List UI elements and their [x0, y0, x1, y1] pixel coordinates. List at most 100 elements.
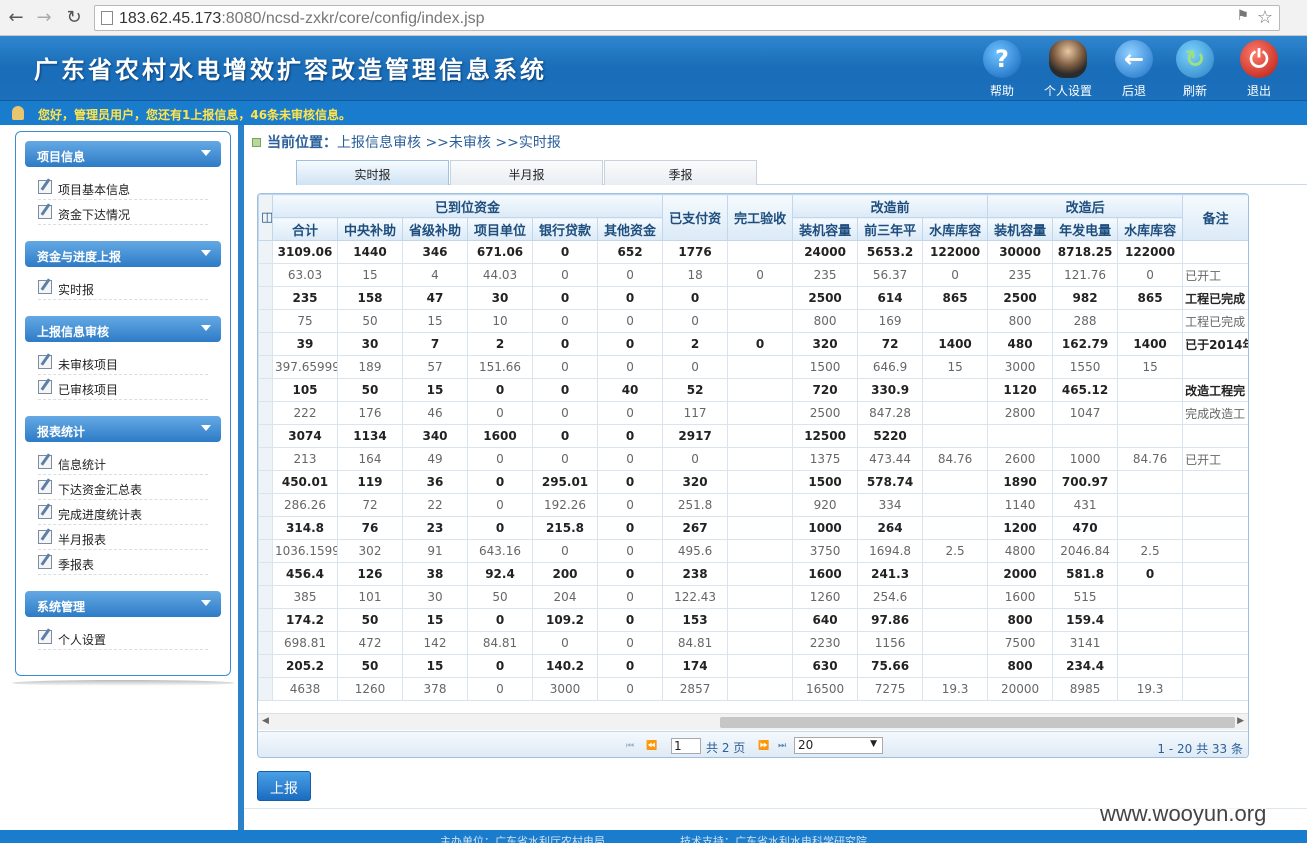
row-marker[interactable]: [258, 240, 273, 264]
sidebar-item-personal-settings[interactable]: 个人设置: [38, 626, 208, 650]
row-marker[interactable]: [258, 677, 273, 701]
subheader-reservoir-before[interactable]: 水库库容: [922, 217, 989, 241]
back-button[interactable]: ← 后退: [1104, 40, 1164, 99]
sidebar-section-report-review[interactable]: 上报信息审核: [25, 316, 221, 342]
row-marker[interactable]: [258, 516, 273, 540]
subheader-bank-loan[interactable]: 银行贷款: [532, 217, 598, 241]
sidebar-item-fund-summary[interactable]: 下达资金汇总表: [38, 476, 208, 500]
address-bar[interactable]: 183.62.45.173:8080/ncsd-zxkr/core/config…: [94, 5, 1280, 31]
prev-page-icon[interactable]: ⏪: [646, 741, 657, 751]
logout-button[interactable]: ⏻ 退出: [1229, 40, 1289, 99]
header-paid[interactable]: 已支付资: [662, 194, 729, 241]
subheader-capacity-before[interactable]: 装机容量: [792, 217, 859, 241]
table-row[interactable]: 39 30 7 2 0 0 2 0 320 72 1400 480 162.79 1400 已于2014年: [258, 332, 1248, 356]
row-marker[interactable]: [258, 608, 273, 632]
row-marker[interactable]: [258, 332, 273, 356]
user-settings-button[interactable]: 个人设置: [1038, 40, 1098, 99]
sidebar-item-unreviewed[interactable]: 未审核项目: [38, 351, 208, 375]
table-row[interactable]: 205.2 50 15 0 140.2 0 174 630 75.66 800 234.4: [258, 654, 1248, 678]
table-cell: 1776: [662, 240, 729, 264]
scroll-left-icon[interactable]: ◀: [262, 716, 269, 726]
table-row[interactable]: 63.03 15 4 44.03 0 0 18 0 235 56.37 0 235 121.76 0 已开工: [258, 263, 1248, 287]
row-marker[interactable]: [258, 585, 273, 609]
row-marker[interactable]: [258, 539, 273, 563]
tab-quarter[interactable]: 季报: [604, 160, 757, 185]
footer-support: 技术支持：广东省水利水电科学研究院: [680, 835, 867, 843]
row-marker[interactable]: [258, 286, 273, 310]
table-row[interactable]: 75 50 15 10 0 0 0 800 169 800 288 工程已完成: [258, 309, 1248, 333]
tab-realtime[interactable]: 实时报: [296, 160, 449, 185]
header-note[interactable]: 备注: [1182, 194, 1248, 241]
sidebar-item-fund-allocation[interactable]: 资金下达情况: [38, 201, 208, 225]
row-marker[interactable]: [258, 378, 273, 402]
tab-halfmonth[interactable]: 半月报: [450, 160, 603, 185]
horizontal-scrollbar[interactable]: ◀ ▶: [258, 713, 1248, 730]
key-icon[interactable]: ⚑: [1236, 8, 1249, 24]
table-row[interactable]: 4638 1260 378 0 3000 0 2857 16500 7275 19.3 20000 8…: [258, 677, 1248, 701]
table-row[interactable]: 286.26 72 22 0 192.26 0 251.8 920 334 1140 431: [258, 493, 1248, 517]
sidebar-section-statistics[interactable]: 报表统计: [25, 416, 221, 442]
table-row[interactable]: 1036.1599 302 91 643.16 0 0 495.6 3750 1694.8 2.5…: [258, 539, 1248, 563]
browser-back-icon[interactable]: ←: [4, 6, 28, 30]
row-marker[interactable]: [258, 447, 273, 471]
table-row[interactable]: 456.4 126 38 92.4 200 0 238 1600 241.3 2000 581.8 0: [258, 562, 1248, 586]
table-row[interactable]: 174.2 50 15 0 109.2 0 153 640 97.86 800 159.4: [258, 608, 1248, 632]
subheader-avg-3y[interactable]: 前三年平: [857, 217, 924, 241]
subheader-capacity-after[interactable]: 装机容量: [987, 217, 1054, 241]
sidebar-item-halfmonth-report[interactable]: 半月报表: [38, 526, 208, 550]
table-row[interactable]: 3074 1134 340 1600 0 0 2917 12500 5220: [258, 424, 1248, 448]
browser-reload-icon[interactable]: ↻: [62, 6, 86, 30]
row-marker[interactable]: [258, 309, 273, 333]
table-row[interactable]: 222 176 46 0 0 0 117 2500 847.28 2800 1047 完成改造工: [258, 401, 1248, 425]
subheader-total[interactable]: 合计: [272, 217, 338, 241]
sidebar-section-fund-progress[interactable]: 资金与进度上报: [25, 241, 221, 267]
table-row[interactable]: 397.65999 189 57 151.66 0 0 0 1500 646.9 15 3000 15…: [258, 355, 1248, 379]
table-row[interactable]: 235 158 47 30 0 0 0 2500 614 865 2500 982 865 工程已完成: [258, 286, 1248, 310]
bookmark-star-icon[interactable]: ☆: [1257, 7, 1273, 28]
row-marker[interactable]: [258, 424, 273, 448]
sidebar-section-system[interactable]: 系统管理: [25, 591, 221, 617]
subheader-unit[interactable]: 项目单位: [467, 217, 533, 241]
subheader-annual-gen[interactable]: 年发电量: [1052, 217, 1119, 241]
subheader-central[interactable]: 中央补助: [337, 217, 403, 241]
submit-report-button[interactable]: 上报: [257, 771, 311, 801]
table-row[interactable]: 698.81 472 142 84.81 0 0 84.81 2230 1156 7500 3141: [258, 631, 1248, 655]
next-page-icon[interactable]: ⏩: [758, 741, 769, 751]
row-marker[interactable]: [258, 401, 273, 425]
page-size-select[interactable]: 20 ▼: [794, 737, 883, 754]
browser-forward-icon[interactable]: →: [32, 6, 56, 30]
page-number-input[interactable]: 1: [671, 738, 701, 754]
sidebar-section-project-info[interactable]: 项目信息: [25, 141, 221, 167]
table-cell: 295.01: [532, 470, 598, 494]
header-accepted[interactable]: 完工验收: [727, 194, 794, 241]
subheader-provincial[interactable]: 省级补助: [402, 217, 468, 241]
subheader-other[interactable]: 其他资金: [596, 217, 664, 241]
sidebar-item-reviewed[interactable]: 已审核项目: [38, 376, 208, 400]
sidebar-item-realtime-report[interactable]: 实时报: [38, 276, 208, 300]
row-marker[interactable]: [258, 470, 273, 494]
first-page-icon[interactable]: ⏮: [626, 741, 634, 751]
subheader-reservoir-after[interactable]: 水库库容: [1117, 217, 1184, 241]
sidebar-item-quarter-report[interactable]: 季报表: [38, 551, 208, 575]
last-page-icon[interactable]: ⏭: [778, 741, 786, 751]
sidebar-item-progress-stats[interactable]: 完成进度统计表: [38, 501, 208, 525]
row-marker[interactable]: [258, 631, 273, 655]
scroll-right-icon[interactable]: ▶: [1237, 716, 1244, 726]
table-row[interactable]: 314.8 76 23 0 215.8 0 267 1000 264 1200 470: [258, 516, 1248, 540]
row-marker[interactable]: [258, 493, 273, 517]
refresh-button[interactable]: ↻ 刷新: [1165, 40, 1225, 99]
row-marker[interactable]: [258, 654, 273, 678]
sidebar-item-info-stats[interactable]: 信息统计: [38, 451, 208, 475]
table-row[interactable]: 385 101 30 50 204 0 122.43 1260 254.6 1600 515: [258, 585, 1248, 609]
help-button[interactable]: ? 帮助: [972, 40, 1032, 99]
table-row[interactable]: 3109.06 1440 346 671.06 0 652 1776 24000 5653.2 1…: [258, 240, 1248, 264]
table-row[interactable]: 450.01 119 36 0 295.01 0 320 1500 578.74 1890 700.…: [258, 470, 1248, 494]
row-marker[interactable]: [258, 562, 273, 586]
row-marker[interactable]: [258, 355, 273, 379]
sidebar-item-project-basic-info[interactable]: 项目基本信息: [38, 176, 208, 200]
table-cell: [1182, 585, 1248, 609]
table-row[interactable]: 213 164 49 0 0 0 0 1375 473.44 84.76 2600 1000 84.76…: [258, 447, 1248, 471]
row-marker[interactable]: [258, 263, 273, 287]
table-row[interactable]: 105 50 15 0 0 40 52 720 330.9 1120 465.12 改造工程完: [258, 378, 1248, 402]
scrollbar-thumb[interactable]: [720, 717, 1235, 728]
